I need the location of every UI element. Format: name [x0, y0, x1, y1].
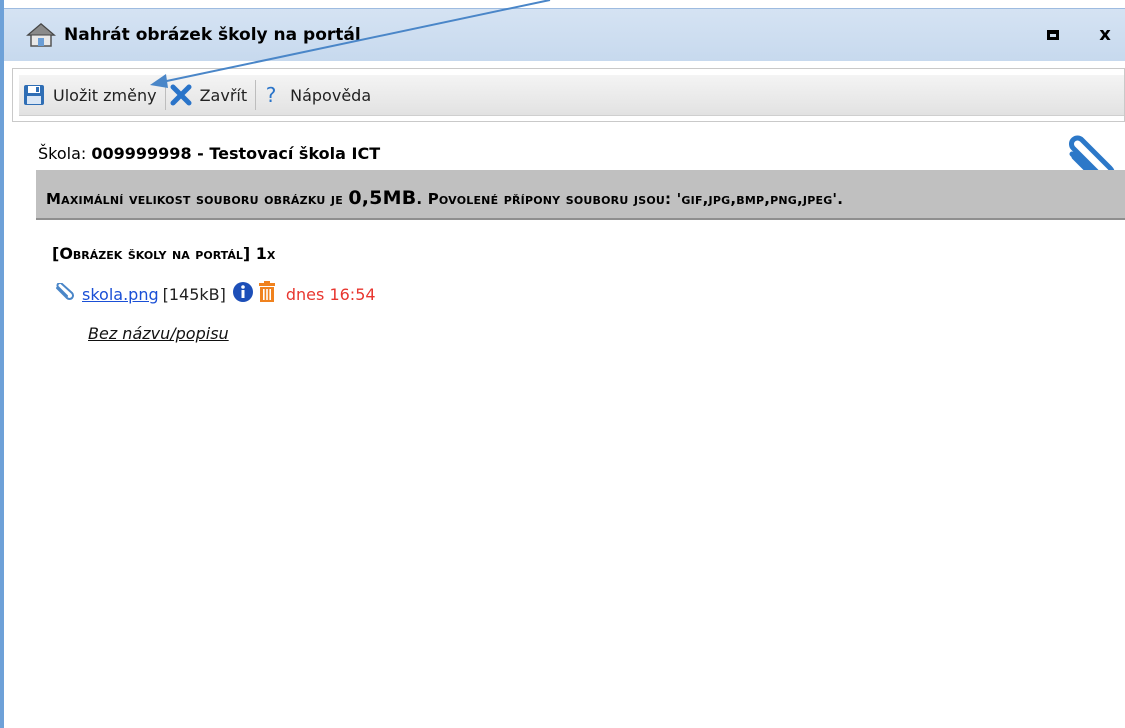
maximize-button[interactable] — [1038, 21, 1068, 49]
file-description-link[interactable]: Bez názvu/popisu — [88, 324, 229, 343]
file-size: [145kB] — [162, 284, 226, 304]
title-bar[interactable]: Nahrát obrázek školy na portál x — [4, 8, 1125, 61]
help-button-label: Nápověda — [290, 85, 372, 105]
section-name: [Obrázek školy na portál] — [52, 244, 251, 263]
dialog-window: Nahrát obrázek školy na portál x Uložit … — [0, 0, 1125, 728]
close-window-button[interactable]: x — [1090, 21, 1120, 49]
svg-text:?: ? — [266, 84, 277, 106]
close-x-icon — [170, 84, 192, 106]
floppy-disk-icon — [23, 84, 45, 106]
upload-notice: Maximální velikost souboru obrázku je 0,… — [36, 170, 1125, 220]
toolbar: Uložit změny Zavřít ? Nápověda — [19, 75, 1124, 116]
save-button[interactable]: Uložit změny — [19, 75, 165, 115]
file-link[interactable]: skola.png — [82, 285, 159, 304]
file-row: skola.png [145kB] dnes 16:54 — [54, 280, 376, 308]
file-date: dnes 16:54 — [285, 284, 376, 304]
school-house-icon — [25, 22, 57, 48]
notice-text-1: Maximální velikost souboru obrázku je — [46, 190, 349, 208]
close-button-label: Zavřít — [199, 85, 248, 105]
toolbar-container: Uložit změny Zavřít ? Nápověda — [12, 68, 1125, 122]
trash-icon[interactable] — [258, 281, 276, 307]
attachment-icon — [54, 282, 76, 305]
maximize-icon — [1047, 30, 1059, 40]
school-info: Škola: 009999998 - Testovací škola ICT — [38, 144, 380, 163]
attachment-section-title: [Obrázek školy na portál] 1x — [52, 244, 275, 263]
school-value: 009999998 - Testovací škola ICT — [91, 144, 381, 163]
section-count: 1x — [255, 244, 276, 263]
question-mark-icon: ? — [260, 83, 282, 107]
save-button-label: Uložit změny — [53, 85, 157, 105]
info-icon[interactable] — [232, 281, 254, 307]
notice-text-2: . Povolené přípony souboru jsou: 'gif,jp… — [416, 190, 844, 208]
notice-size: 0,5MB — [348, 187, 417, 209]
close-button[interactable]: Zavřít — [166, 75, 256, 115]
window-title: Nahrát obrázek školy na portál — [64, 25, 361, 45]
help-button[interactable]: ? Nápověda — [256, 75, 379, 115]
school-label: Škola: — [38, 144, 87, 163]
